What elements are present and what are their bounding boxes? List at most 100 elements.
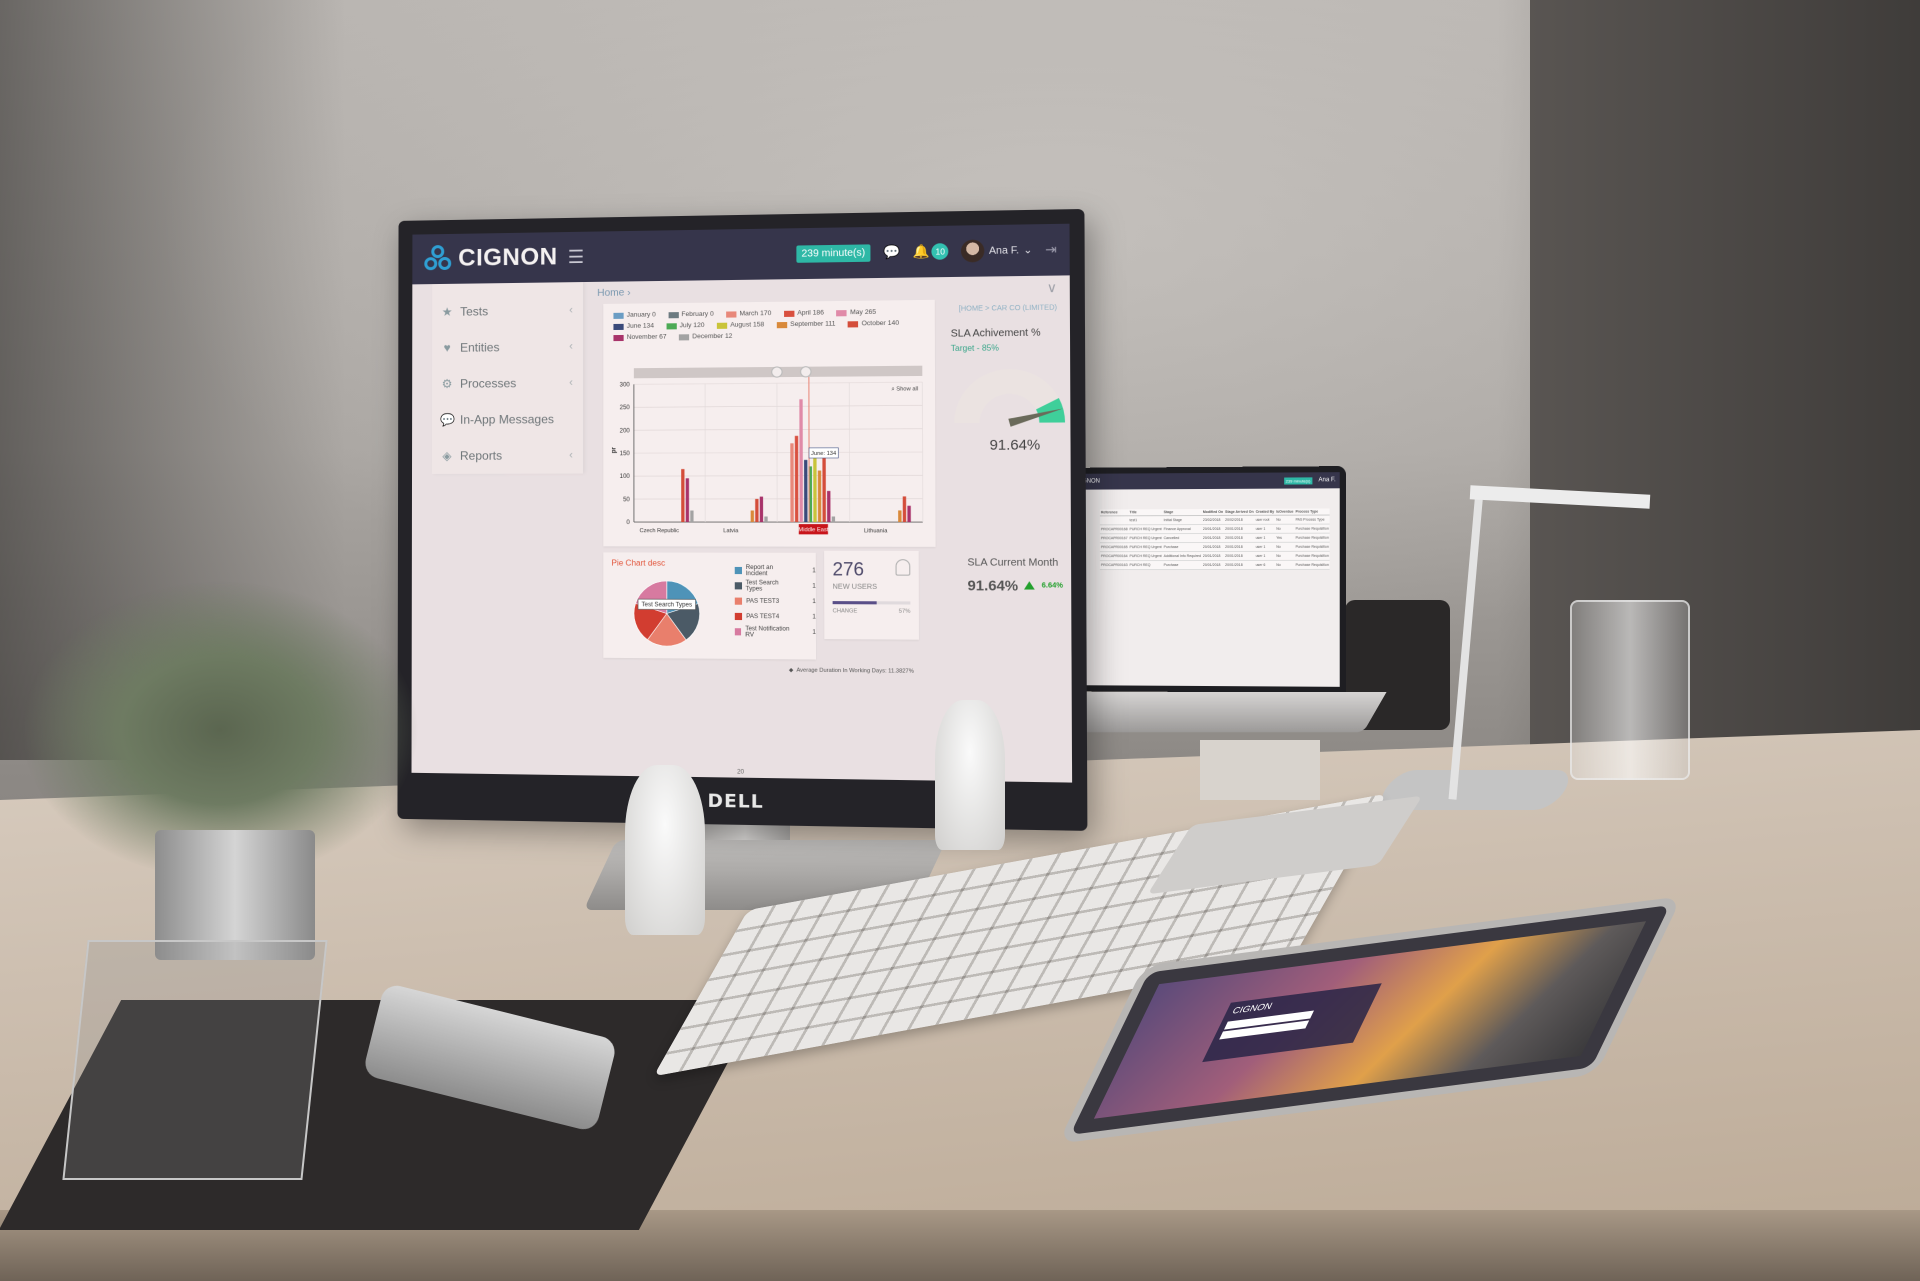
change-value: 57% <box>898 608 911 615</box>
table-cell: Additional Info Required <box>1162 551 1202 561</box>
gridline <box>634 475 923 476</box>
legend-swatch <box>776 321 788 328</box>
table-cell: 20/01/2018 <box>1224 542 1255 552</box>
navigator-handle-left <box>772 367 782 377</box>
brand[interactable]: CIGNON <box>424 243 558 273</box>
pie-legend-count: 1 <box>812 583 816 590</box>
table-cell: No <box>1275 524 1295 534</box>
x-tick-label: Middle East <box>798 527 828 533</box>
table-cell: 20/01/2018 <box>1224 560 1255 570</box>
legend-item[interactable]: September 111 <box>776 320 835 328</box>
pie-legend-item[interactable]: Test Notification RV 1 <box>734 624 816 640</box>
table-row[interactable]: PROCAPR00165 PURCH REQ Urgent Purchase 20/0… <box>1099 542 1330 552</box>
sidebar: ★ Tests ‹ ♥ Entities ‹ ⚙ Processes ‹ 💬 In-App Mess… <box>431 282 583 474</box>
table-cell: user 1 <box>1254 542 1276 552</box>
bar <box>907 505 911 523</box>
legend-item[interactable]: November 67 <box>613 333 667 341</box>
change-row: CHANGE 57% <box>833 608 911 615</box>
bar <box>799 399 803 523</box>
pie-legend-item[interactable]: PAS TEST3 1 <box>734 593 816 609</box>
legend-item[interactable]: January 0 <box>613 311 656 319</box>
sidebar-item-processes[interactable]: ⚙ Processes ‹ <box>440 365 573 402</box>
table-cell: PROCAPR00165 <box>1099 542 1129 552</box>
laptop-data-table: Reference Title Stage Modified On Stage Arri… <box>1099 508 1330 571</box>
chevron-left-icon: ‹ <box>569 304 573 317</box>
legend-swatch <box>716 322 728 329</box>
main-content: Home › ∨ [HOME > CAR CO (LIMITED) Januar… <box>583 275 1072 782</box>
pie-legend-item[interactable]: Test Search Types 1 <box>734 578 816 594</box>
notifications-button[interactable]: 🔔 10 <box>913 243 949 260</box>
legend-swatch <box>613 334 624 341</box>
legend-item[interactable]: May 265 <box>836 309 876 317</box>
legend-item[interactable]: August 158 <box>716 321 764 329</box>
legend-item[interactable]: March 170 <box>726 310 771 318</box>
laptop-user-name[interactable]: Ana F. <box>1318 477 1335 483</box>
legend-swatch <box>847 320 859 327</box>
y-tick-label: 50 <box>623 497 631 503</box>
sla-current-title: SLA Current Month <box>967 557 1059 569</box>
sidebar-item-label: In-App Messages <box>459 412 554 427</box>
legend-item[interactable]: April 186 <box>783 309 824 317</box>
chat-icon[interactable]: 💬 <box>883 244 900 261</box>
sidebar-item-reports[interactable]: ◈ Reports ‹ <box>440 437 573 474</box>
new-users-label: NEW USERS <box>832 583 878 591</box>
x-tick-label: Latvia <box>723 528 739 534</box>
monitor-brand-logo: DELL <box>707 790 764 813</box>
pie-legend-item[interactable]: PAS TEST4 1 <box>734 609 816 625</box>
bar <box>822 457 826 523</box>
table-cell: user 1 <box>1254 533 1276 543</box>
table-row[interactable]: PROCAPR00167 PURCH REQ Urgent Cancelled 20/… <box>1099 533 1330 543</box>
sidebar-item-entities[interactable]: ♥ Entities ‹ <box>440 328 573 365</box>
legend-item[interactable]: October 140 <box>847 320 899 328</box>
breadcrumb-separator: › <box>627 287 631 299</box>
pie-legend: Report an Incident 1 Test Search Types 1 PAS… <box>734 563 816 640</box>
pie-legend-item[interactable]: Report an Incident 1 <box>734 563 816 579</box>
legend-item[interactable]: July 120 <box>666 322 704 330</box>
brand-name: CIGNON <box>458 243 558 272</box>
table-cell: 20/01/2018 <box>1224 551 1255 561</box>
sidebar-item-in-app-messages[interactable]: 💬 In-App Messages <box>440 401 573 438</box>
table-cell: Initial Stage <box>1162 515 1202 525</box>
table-cell: Purchase Requisition <box>1294 524 1330 534</box>
legend-swatch <box>613 312 624 319</box>
session-timer-badge: 239 minute(s) <box>796 243 871 263</box>
notification-count-badge: 10 <box>931 243 949 260</box>
table-cell: PROCAPR00163 <box>1099 560 1129 570</box>
table-cell: PURCH REQ Urgent <box>1128 524 1163 534</box>
average-duration-text: Average Duration In Working Days: 11.382… <box>796 667 914 675</box>
table-cell: Yes <box>1275 533 1295 543</box>
table-cell: Purchase Requisition <box>1294 551 1330 561</box>
sidebar-item-label: Processes <box>460 376 517 391</box>
breadcrumb-home[interactable]: Home <box>597 288 624 299</box>
table-cell: PURCH REQ Urgent <box>1128 542 1163 552</box>
legend-label: December 12 <box>692 332 733 341</box>
einstein-bust <box>625 765 705 935</box>
table-row[interactable]: PROCAPR00163 PURCH REQ Purchase 20/01/2018 2… <box>1099 560 1330 570</box>
change-progress-fill <box>832 601 877 605</box>
show-all-zoom-button[interactable]: ⌕ Show all <box>891 386 918 392</box>
pie-legend-label: PAS TEST4 <box>746 613 780 620</box>
legend-label: May 265 <box>850 308 877 317</box>
bell-icon: 🔔 <box>912 243 930 260</box>
legend-item[interactable]: December 12 <box>678 332 733 341</box>
table-cell: 20/01/2018 <box>1201 533 1225 543</box>
logout-icon[interactable]: ⇥ <box>1045 241 1057 258</box>
chevron-left-icon: ‹ <box>569 449 573 462</box>
legend-item[interactable]: February 0 <box>668 311 714 319</box>
tooltip-text: June: 134 <box>811 451 836 457</box>
table-cell: PAS Process Type <box>1294 515 1330 525</box>
legend-item[interactable]: June 134 <box>613 323 654 331</box>
user-menu[interactable]: Ana F. ⌄ <box>961 239 1032 263</box>
sidebar-item-tests[interactable]: ★ Tests ‹ <box>440 292 573 330</box>
chevron-left-icon: ‹ <box>569 376 573 389</box>
sla-current-month-widget: SLA Current Month 91.64% 6.64% <box>967 557 1072 594</box>
table-row[interactable]: PROCAPR00164 PURCH REQ Urgent Additional I… <box>1099 551 1330 561</box>
star-icon: ★ <box>441 304 453 319</box>
collapse-chevron-icon[interactable]: ∨ <box>1047 280 1057 297</box>
legend-swatch <box>836 309 847 316</box>
navigator-handle-right <box>801 367 811 377</box>
hamburger-icon[interactable]: ☰ <box>568 246 584 267</box>
pie-tooltip-text: Test Search Types <box>642 602 693 608</box>
pie-legend-count: 1 <box>812 598 816 605</box>
laptop: CIGNON 239 minute(s) Ana F. Reference Tit… <box>1066 466 1346 693</box>
